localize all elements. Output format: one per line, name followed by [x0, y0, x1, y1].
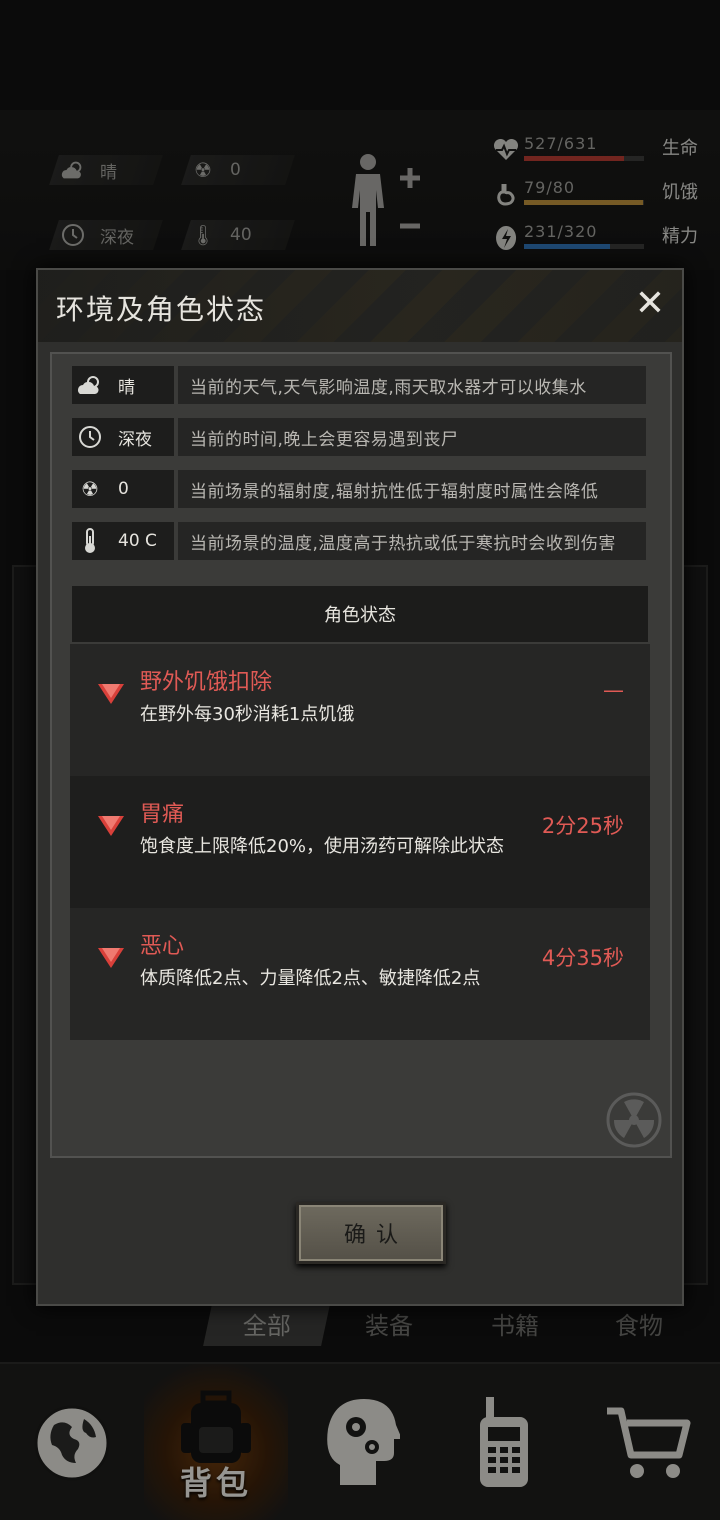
status-description: 饱食度上限降低20%，使用汤药可解除此状态	[140, 836, 505, 857]
status-item[interactable]: 野外饥饿扣除 在野外每30秒消耗1点饥饿 —	[70, 644, 650, 776]
dialog-title: 环境及角色状态	[56, 293, 267, 326]
env-label: 0	[118, 479, 129, 499]
debuff-down-icon	[98, 684, 124, 704]
env-description: 当前场景的辐射度,辐射抗性低于辐射度时属性会降低	[178, 470, 646, 508]
radiation-watermark-icon	[606, 1092, 662, 1148]
clock-icon	[72, 425, 108, 449]
radiation-icon: ☢	[81, 477, 99, 501]
env-description: 当前的天气,天气影响温度,雨天取水器才可以收集水	[178, 366, 646, 404]
env-row-radiation: ☢ 0 当前场景的辐射度,辐射抗性低于辐射度时属性会降低	[72, 470, 646, 508]
env-row-time: 深夜 当前的时间,晚上会更容易遇到丧尸	[72, 418, 646, 456]
env-row-weather: 晴 当前的天气,天气影响温度,雨天取水器才可以收集水	[72, 366, 646, 404]
env-label: 深夜	[118, 429, 152, 450]
status-section-title: 角色状态	[72, 586, 648, 642]
status-item[interactable]: 恶心 体质降低2点、力量降低2点、敏捷降低2点 4分35秒	[70, 908, 650, 1040]
status-name: 胃痛	[140, 802, 185, 827]
debuff-down-icon	[98, 816, 124, 836]
confirm-button[interactable]: 确认	[296, 1202, 446, 1264]
status-name: 野外饥饿扣除	[140, 670, 273, 695]
env-description: 当前场景的温度,温度高于热抗或低于寒抗时会收到伤害	[178, 522, 646, 560]
status-description: 在野外每30秒消耗1点饥饿	[140, 704, 355, 725]
env-label: 晴	[118, 377, 135, 398]
debuff-down-icon	[98, 948, 124, 968]
thermometer-icon	[72, 528, 108, 554]
env-description: 当前的时间,晚上会更容易遇到丧尸	[178, 418, 646, 456]
status-item[interactable]: 胃痛 饱食度上限降低20%，使用汤药可解除此状态 2分25秒	[70, 776, 650, 908]
status-list: 野外饥饿扣除 在野外每30秒消耗1点饥饿 — 胃痛 饱食度上限降低20%，使用汤…	[70, 644, 650, 1040]
dialog-header: 环境及角色状态 ✕	[38, 270, 682, 342]
dialog-body: 晴 当前的天气,天气影响温度,雨天取水器才可以收集水 深夜 当前的时间,晚上会更…	[50, 352, 672, 1158]
status-duration: 4分35秒	[541, 946, 624, 970]
status-dialog: 环境及角色状态 ✕ 晴 当前的天气,天气影响温度,雨天取水器才可以收集水 深夜 …	[36, 268, 684, 1306]
status-duration: —	[603, 678, 624, 702]
status-duration: 2分25秒	[541, 814, 624, 838]
partly-cloudy-icon	[72, 374, 108, 396]
status-description: 体质降低2点、力量降低2点、敏捷降低2点	[140, 968, 481, 989]
env-label: 40 C	[118, 531, 157, 551]
game-screen: 晴 ☢ 0 深夜 🌡 40 527/631 生命 79/80 饥饿 231/32…	[0, 0, 720, 1520]
close-icon[interactable]: ✕	[632, 286, 668, 322]
env-row-temperature: 40 C 当前场景的温度,温度高于热抗或低于寒抗时会收到伤害	[72, 522, 646, 560]
status-name: 恶心	[140, 934, 185, 959]
